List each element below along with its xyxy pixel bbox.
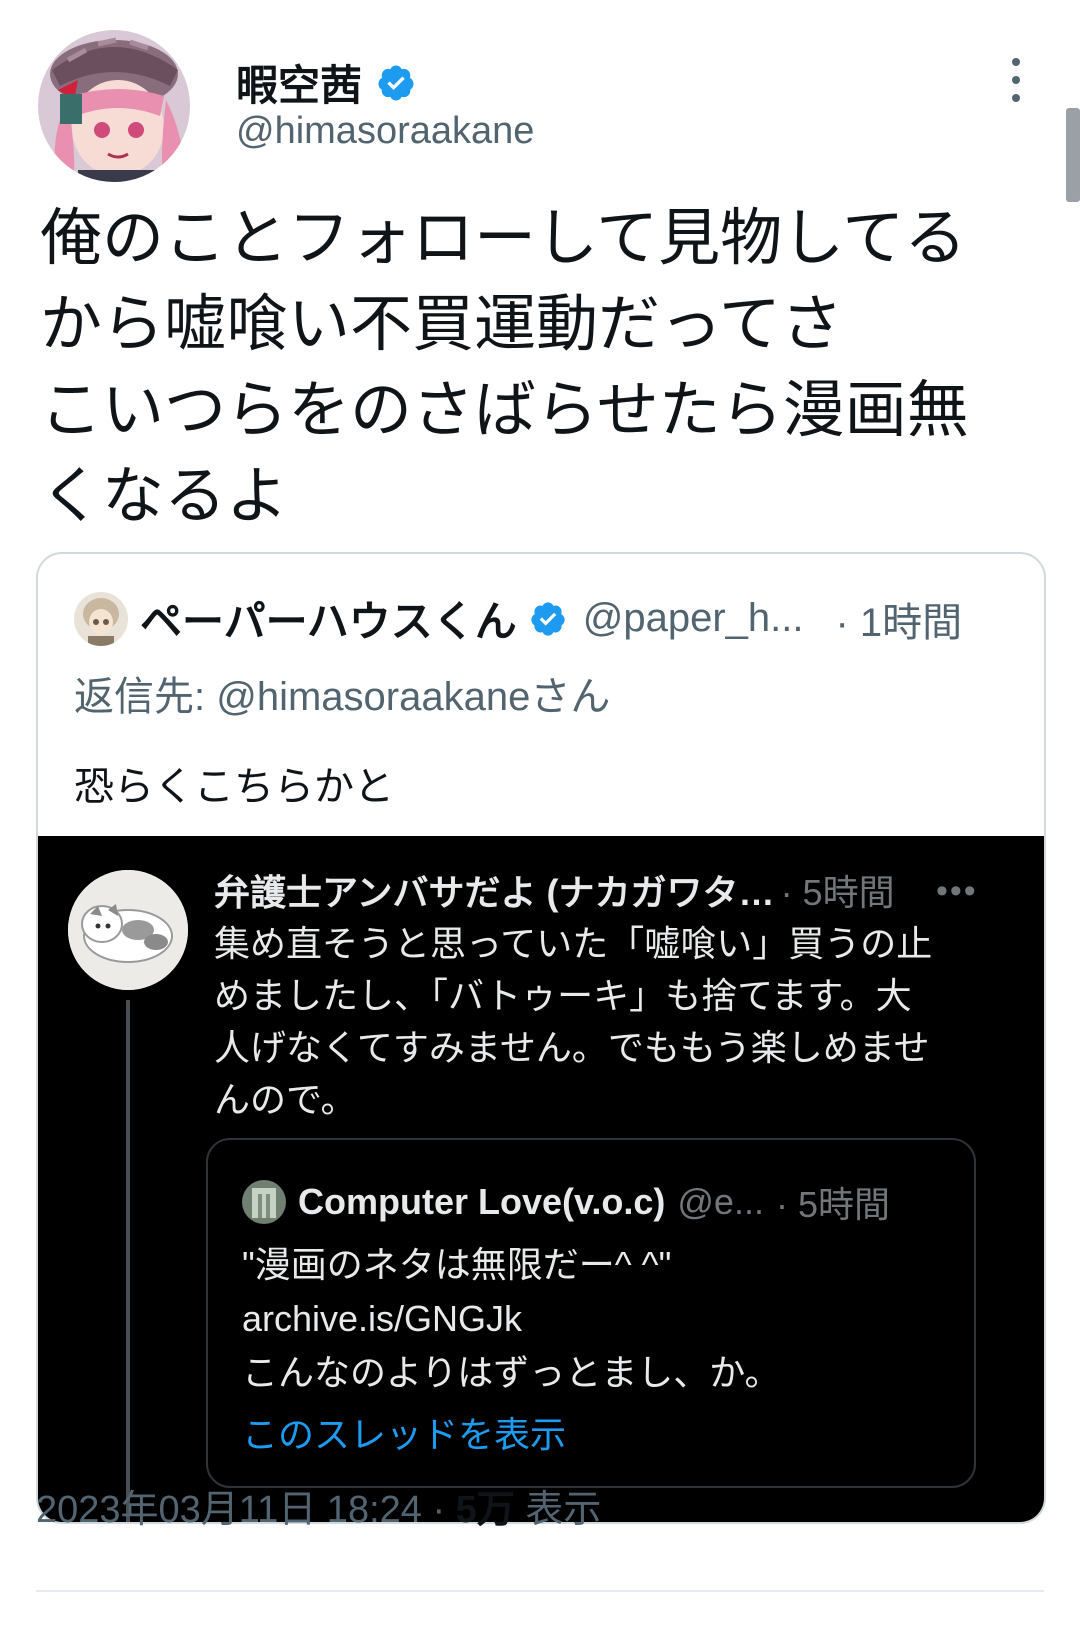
quoted-text: 恐らくこちらかと	[74, 765, 394, 809]
screenshot-inner-quote: Computer Love(v.o.c) @e... · 5時間 "漫画のネタは…	[206, 1138, 976, 1488]
quoted-display-name[interactable]: ペーパーハウスくん	[140, 588, 517, 649]
tweet-datetime[interactable]: 2023年03月11日 18:24 ·	[36, 1489, 456, 1531]
quoted-time[interactable]: · 1時間	[836, 590, 963, 648]
quoted-header: ペーパーハウスくん @paper_h... · 1時間	[74, 588, 962, 649]
inner-quote-line: こんなのよりはずっとまし、か。	[242, 1352, 781, 1393]
inner-quote-line: "漫画のネタは無限だー^ ^"	[242, 1244, 672, 1285]
inner-quote-body: "漫画のネタは無限だー^ ^" archive.is/GNGJk こんなのよりは…	[242, 1238, 781, 1400]
author-display-name[interactable]: 暇空茜	[236, 52, 362, 113]
screenshot-avatar	[68, 870, 188, 990]
view-label: 表示	[514, 1489, 602, 1531]
screenshot-body-line: んので。	[214, 1079, 357, 1120]
inner-quote-time: · 5時間	[775, 1184, 890, 1225]
more-dot	[1012, 58, 1020, 66]
tweet-line: くなるよ	[40, 462, 289, 531]
scrollbar[interactable]	[1066, 108, 1080, 202]
screenshot-display-name: 弁護士アンバサだよ (ナカガワタ…	[214, 872, 775, 913]
tweet-line: こいつらをのさばらせたら漫画無	[40, 376, 969, 445]
inner-quote-display-name: Computer Love(v.o.c)	[298, 1181, 666, 1222]
screenshot-time: · 5時間	[780, 872, 895, 913]
author-name-row: 暇空茜	[236, 52, 416, 113]
author-handle[interactable]: @himasoraakane	[236, 110, 534, 153]
screenshot-body-line: めましたし、「バトゥーキ」も捨てます。大	[214, 975, 912, 1016]
show-thread-link: このスレッドを表示	[242, 1414, 567, 1455]
attached-screenshot-image[interactable]: 弁護士アンバサだよ (ナカガワタ… · 5時間 ••• 集め直そうと思っていた「…	[38, 836, 1044, 1522]
verified-badge-icon	[378, 65, 414, 100]
quoted-tweet-card[interactable]: ペーパーハウスくん @paper_h... · 1時間 返信先: @himaso…	[36, 552, 1046, 1524]
screenshot-body-line: 集め直そうと思っていた「嘘喰い」買うの止	[214, 923, 933, 964]
quoted-handle[interactable]: @paper_h...	[583, 596, 804, 641]
tweet-line: から嘘喰い不買運動だってさ	[40, 290, 843, 359]
screenshot-header: 弁護士アンバサだよ (ナカガワタ… · 5時間	[214, 864, 895, 916]
tweet-line: 俺のことフォローして見物してる	[40, 204, 967, 273]
verified-badge-icon	[531, 601, 565, 636]
more-dot	[1012, 94, 1020, 102]
tweet-text: 俺のことフォローして見物してる から嘘喰い不買運動だってさ こいつらをのさばらせ…	[40, 196, 1050, 540]
inner-quote-header: Computer Love(v.o.c) @e... · 5時間	[242, 1176, 890, 1228]
inner-quote-line: archive.is/GNGJk	[242, 1298, 523, 1339]
view-count[interactable]: 5万	[456, 1489, 515, 1531]
tweet-meta: 2023年03月11日 18:24 · 5万 表示	[36, 1478, 601, 1533]
quoted-reply-to: 返信先: @himasoraakaneさん	[74, 675, 611, 719]
inner-quote-avatar	[242, 1180, 286, 1224]
more-dot	[1012, 76, 1020, 84]
author-avatar[interactable]	[38, 30, 190, 182]
thread-line	[126, 1000, 130, 1522]
more-options-icon: •••	[936, 872, 978, 910]
more-options-icon[interactable]	[1008, 58, 1024, 102]
divider	[36, 1590, 1044, 1592]
inner-quote-handle: @e...	[677, 1181, 764, 1222]
screenshot-body-line: 人げなくてすみません。でももう楽しめませ	[214, 1027, 930, 1068]
quoted-avatar	[74, 591, 128, 646]
screenshot-body: 集め直そうと思っていた「嘘喰い」買うの止 めましたし、「バトゥーキ」も捨てます。…	[214, 918, 974, 1126]
